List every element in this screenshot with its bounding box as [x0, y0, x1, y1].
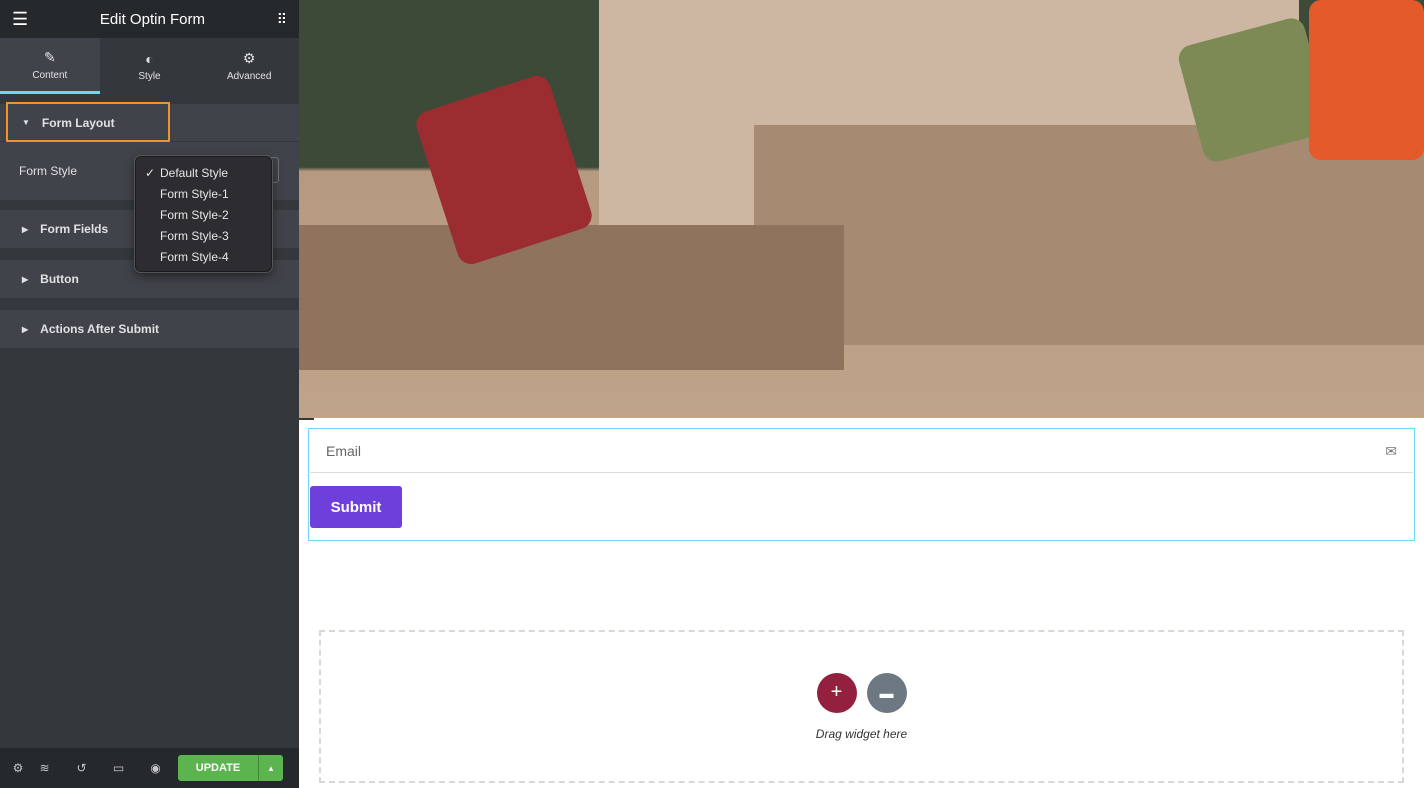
- section-form-layout[interactable]: ▼ Form Layout: [0, 102, 299, 142]
- option-label: Default Style: [160, 166, 229, 180]
- email-input[interactable]: Email ✉: [310, 430, 1413, 473]
- highlight-box: [6, 102, 170, 142]
- editor-panel: ☰ Edit Optin Form ⠿ ✎ Content ◐ Style ⚙ Adv…: [0, 0, 299, 788]
- check-icon: ✓: [145, 166, 156, 180]
- form-style-dropdown: ✓ Default Style Form Style-1 Form Style-2…: [134, 155, 273, 273]
- contrast-icon: ◐: [145, 50, 154, 67]
- section-label: Form Fields: [40, 222, 109, 236]
- form-style-label: Form Style: [19, 164, 78, 178]
- option-form-style-1[interactable]: Form Style-1: [136, 184, 271, 205]
- preview-eye-icon[interactable]: ◉: [137, 761, 174, 775]
- layers-icon[interactable]: ≋: [26, 761, 63, 775]
- history-icon[interactable]: ↺: [63, 761, 100, 775]
- caret-right-icon: ▶: [22, 224, 29, 234]
- panel-footer: ⚙ ≋ ↺ ▭ ◉ UPDATE ▲: [0, 748, 299, 788]
- option-form-style-4[interactable]: Form Style-4: [136, 247, 271, 268]
- hero-image: [299, 0, 1424, 418]
- drop-zone-text: Drag widget here: [815, 726, 908, 741]
- update-options-caret-icon[interactable]: ▲: [258, 755, 283, 781]
- responsive-icon[interactable]: ▭: [100, 761, 137, 775]
- email-placeholder: Email: [326, 443, 362, 459]
- tab-advanced[interactable]: ⚙ Advanced: [199, 38, 299, 94]
- tab-label: Style: [138, 70, 161, 82]
- add-section-plus-icon[interactable]: +: [816, 672, 857, 713]
- tab-label: Advanced: [226, 71, 272, 82]
- tab-content[interactable]: ✎ Content: [0, 38, 100, 94]
- caret-right-icon: ▶: [22, 274, 29, 284]
- envelope-icon: ✉: [1385, 442, 1397, 459]
- panel-header: ☰ Edit Optin Form ⠿: [0, 0, 299, 38]
- drop-zone[interactable]: + ▬ Drag widget here: [319, 630, 1404, 783]
- section-actions[interactable]: ▶ Actions After Submit: [0, 310, 299, 348]
- template-folder-icon[interactable]: ▬: [866, 672, 907, 713]
- section-label: Actions After Submit: [40, 322, 160, 336]
- pencil-icon: ✎: [43, 48, 56, 65]
- section-label: Button: [40, 272, 79, 286]
- grid-icon[interactable]: ⠿: [277, 11, 287, 28]
- option-default-style[interactable]: ✓ Default Style: [136, 163, 271, 184]
- tab-label: Content: [32, 69, 68, 81]
- panel-title: Edit Optin Form: [99, 10, 205, 28]
- submit-button[interactable]: Submit: [310, 486, 402, 528]
- caret-right-icon: ▶: [22, 324, 29, 334]
- optin-form: Email ✉ Submit: [308, 428, 1415, 541]
- settings-icon[interactable]: ⚙: [10, 761, 26, 775]
- option-form-style-2[interactable]: Form Style-2: [136, 205, 271, 226]
- gear-icon: ⚙: [242, 50, 256, 66]
- hamburger-icon[interactable]: ☰: [12, 9, 28, 30]
- tab-style[interactable]: ◐ Style: [100, 38, 200, 94]
- option-form-style-3[interactable]: Form Style-3: [136, 226, 271, 247]
- update-button[interactable]: UPDATE: [178, 755, 258, 781]
